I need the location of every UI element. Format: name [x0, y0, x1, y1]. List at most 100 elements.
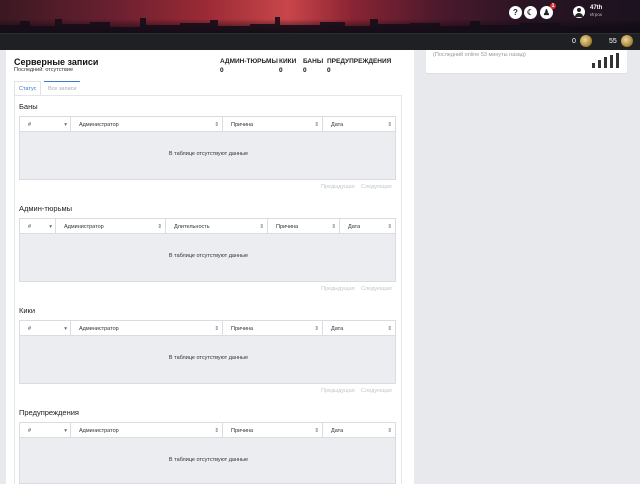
next-page-button[interactable]: Следующая — [361, 388, 392, 394]
user-avatar-icon[interactable] — [573, 6, 585, 18]
column-header-number[interactable]: # ▾ — [20, 117, 71, 133]
sort-icon: ⇕ — [157, 224, 162, 230]
column-label: Администратор — [79, 428, 119, 434]
stats-bar — [0, 33, 640, 50]
sort-icon: ⇕ — [214, 326, 219, 332]
column-label: Дата — [331, 122, 344, 128]
column-label: Администратор — [64, 224, 104, 230]
empty-table-message: В таблице отсутствуют данные — [168, 457, 249, 463]
table-header: # ▾ Администратор ⇕ Причина ⇕ Дата ⇕ — [19, 422, 396, 439]
column-header-admin[interactable]: Администратор ⇕ — [71, 117, 223, 133]
tab-all-records[interactable]: Все записи — [44, 81, 81, 95]
summary-value-kicks: 0 — [279, 67, 283, 74]
column-header-number[interactable]: # ▾ — [20, 423, 71, 439]
section-title-kicks: Кики — [19, 306, 36, 315]
summary-label-jails: АДМИН-ТЮРЬМЫ — [220, 58, 278, 65]
column-header-reason[interactable]: Причина ⇕ — [223, 117, 323, 133]
column-label: Причина — [231, 122, 254, 128]
prev-page-button[interactable]: Предыдущая — [321, 184, 355, 190]
notification-badge: 1 — [550, 3, 556, 9]
column-header-reason[interactable]: Причина ⇕ — [223, 321, 323, 337]
sort-icon: ⇕ — [314, 326, 319, 332]
column-label: Дата — [331, 326, 344, 332]
sort-desc-icon: ▾ — [64, 326, 67, 332]
table-body: В таблице отсутствуют данные — [19, 438, 396, 484]
section-title-bans: Баны — [19, 102, 38, 111]
sort-icon: ⇕ — [387, 428, 392, 434]
column-header-date[interactable]: Дата ⇕ — [340, 219, 395, 235]
table-header: # ▾ Администратор ⇕ Причина ⇕ Дата ⇕ — [19, 116, 396, 133]
sort-desc-icon: ▾ — [64, 122, 67, 128]
section-title-warnings: Предупреждения — [19, 408, 79, 417]
column-label: Причина — [231, 326, 254, 332]
user-role: Игрок — [590, 12, 602, 17]
coins-count: 0 — [572, 38, 576, 45]
column-header-number[interactable]: # ▾ — [20, 321, 71, 337]
prev-page-button[interactable]: Предыдущая — [321, 286, 355, 292]
column-label: # — [28, 428, 32, 434]
sort-icon: ⇕ — [214, 122, 219, 128]
page-title: Серверные записи — [14, 57, 99, 67]
column-header-reason[interactable]: Причина ⇕ — [268, 219, 340, 235]
column-label: Дата — [348, 224, 361, 230]
empty-table-message: В таблице отсутствуют данные — [168, 253, 249, 259]
summary-value-warnings: 0 — [327, 67, 331, 74]
notification-glyph: ♟ — [542, 8, 551, 17]
sort-icon: ⇕ — [387, 122, 392, 128]
column-label: Длительность — [174, 224, 210, 230]
column-header-date[interactable]: Дата ⇕ — [323, 321, 395, 337]
column-header-admin[interactable]: Администратор ⇕ — [56, 219, 166, 235]
coin-icon — [580, 35, 592, 47]
summary-label-warnings: ПРЕДУПРЕЖДЕНИЯ — [327, 58, 392, 65]
prev-page-button[interactable]: Предыдущая — [321, 388, 355, 394]
summary-label-kicks: КИКИ — [279, 58, 297, 65]
notification-icon[interactable]: ♟ 1 — [540, 3, 556, 19]
last-online-text: (Последний online 53 минуты назад) — [433, 52, 526, 58]
column-label: # — [28, 326, 32, 332]
signal-strength-icon — [590, 53, 620, 68]
next-page-button[interactable]: Следующая — [361, 286, 392, 292]
empty-table-message: В таблице отсутствуют данные — [168, 355, 249, 361]
column-label: Администратор — [79, 122, 119, 128]
table-body: В таблице отсутствуют данные — [19, 132, 396, 180]
column-label: # — [28, 224, 32, 230]
table-header: # ▾ Администратор ⇕ Длительность ⇕ Причина ⇕… — [19, 218, 396, 235]
section-title-jails: Админ-тюрьмы — [19, 204, 73, 213]
sort-icon: ⇕ — [314, 428, 319, 434]
sort-desc-icon: ▾ — [64, 428, 67, 434]
next-page-button[interactable]: Следующая — [361, 184, 392, 190]
summary-value-bans: 0 — [303, 67, 307, 74]
level-medal-icon — [621, 35, 633, 47]
table-body: В таблице отсутствуют данные — [19, 336, 396, 384]
sort-icon: ⇕ — [387, 326, 392, 332]
page-subtitle: Последний: отсутствие — [14, 67, 74, 73]
tab-status[interactable]: Статус — [14, 81, 42, 95]
sort-icon: ⇕ — [387, 224, 392, 230]
column-header-date[interactable]: Дата ⇕ — [323, 117, 395, 133]
sort-desc-icon: ▾ — [49, 224, 52, 230]
column-header-date[interactable]: Дата ⇕ — [323, 423, 395, 439]
column-label: Дата — [331, 428, 344, 434]
sort-icon: ⇕ — [314, 122, 319, 128]
column-label: Администратор — [79, 326, 119, 332]
sort-icon: ⇕ — [214, 428, 219, 434]
sort-icon: ⇕ — [259, 224, 264, 230]
help-icon[interactable]: ? — [509, 6, 522, 19]
column-header-reason[interactable]: Причина ⇕ — [223, 423, 323, 439]
user-name[interactable]: 47th — [590, 5, 602, 11]
column-label: # — [28, 122, 32, 128]
sort-icon: ⇕ — [331, 224, 336, 230]
table-body: В таблице отсутствуют данные — [19, 234, 396, 282]
column-header-number[interactable]: # ▾ — [20, 219, 56, 235]
level-count: 55 — [609, 38, 617, 45]
table-header: # ▾ Администратор ⇕ Причина ⇕ Дата ⇕ — [19, 320, 396, 337]
column-header-duration[interactable]: Длительность ⇕ — [166, 219, 268, 235]
moon-icon[interactable]: ☾ — [524, 6, 537, 19]
summary-value-jails: 0 — [220, 67, 224, 74]
summary-label-bans: БАНЫ — [303, 58, 324, 65]
column-header-admin[interactable]: Администратор ⇕ — [71, 423, 223, 439]
column-header-admin[interactable]: Администратор ⇕ — [71, 321, 223, 337]
column-label: Причина — [231, 428, 254, 434]
empty-table-message: В таблице отсутствуют данные — [168, 151, 249, 157]
column-label: Причина — [276, 224, 299, 230]
